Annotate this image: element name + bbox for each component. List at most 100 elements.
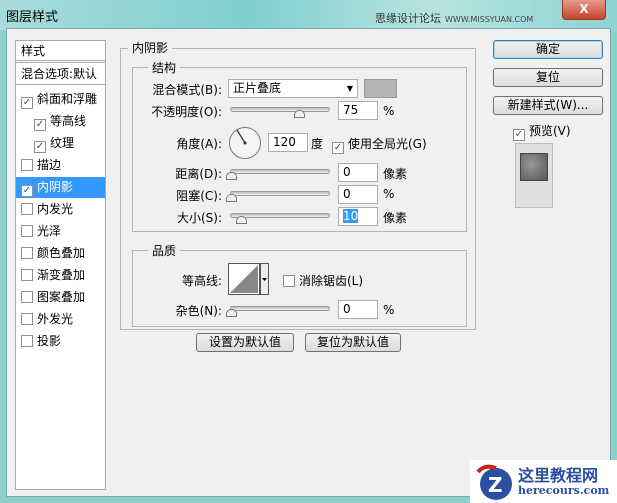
choke-slider[interactable] [230, 191, 330, 196]
opacity-slider[interactable] [230, 107, 330, 112]
sidebar-item-label: 颜色叠加 [37, 246, 86, 260]
choke-slider-thumb[interactable] [226, 194, 237, 202]
contour-picker[interactable] [228, 263, 269, 295]
set-default-button[interactable]: 设置为默认值 [196, 333, 294, 352]
checkbox-unchecked-icon[interactable] [21, 203, 33, 215]
watermark: 思缘设计论坛 WWW.MISSYUAN.COM [375, 10, 533, 26]
checkbox-unchecked-icon[interactable] [21, 269, 33, 281]
blend-mode-value: 正片叠底 [233, 81, 282, 95]
preview-checkbox[interactable]: ✓ 预览(V) [513, 122, 571, 141]
noise-slider[interactable] [230, 306, 330, 311]
preview-swatch [520, 153, 548, 181]
reset-button[interactable]: 复位 [493, 68, 603, 87]
blend-options-item[interactable]: 混合选项:默认 [16, 64, 105, 85]
section-title: 内阴影 [128, 39, 173, 56]
size-input[interactable]: 10 [338, 207, 378, 226]
sidebar-item[interactable]: ✓ 内阴影 [16, 177, 105, 198]
checkbox-checked-icon[interactable]: ✓ [21, 97, 33, 109]
sidebar-item-label: 斜面和浮雕 [37, 92, 98, 106]
sidebar-item-label: 等高线 [50, 114, 87, 128]
shadow-color-swatch[interactable] [364, 79, 397, 98]
checkbox-unchecked-icon[interactable] [21, 159, 33, 171]
close-button[interactable]: X [562, 0, 606, 20]
logo-name: 这里教程网 [518, 466, 599, 485]
checkbox-unchecked-icon[interactable] [21, 291, 33, 303]
antialias-checkbox[interactable]: 消除锯齿(L) [283, 272, 363, 289]
logo-icon: Z [476, 464, 512, 500]
preview-thumbnail [515, 143, 553, 208]
blend-mode-select[interactable]: 正片叠底 ▼ [228, 79, 358, 98]
sidebar-item-label: 渐变叠加 [37, 268, 86, 282]
checkbox-unchecked-icon [283, 275, 295, 287]
sidebar-item-label: 外发光 [37, 312, 74, 326]
list-header: 样式 [16, 41, 105, 63]
checkbox-unchecked-icon[interactable] [21, 335, 33, 347]
logo: Z 这里教程网 herecours.com [470, 460, 617, 503]
choke-unit: % [383, 187, 395, 201]
sidebar-item[interactable]: 渐变叠加 [16, 265, 105, 286]
noise-input[interactable]: 0 [338, 300, 378, 319]
global-light-checkbox[interactable]: ✓ 使用全局光(G) [332, 135, 427, 154]
distance-value: 0 [343, 165, 351, 179]
ok-button[interactable]: 确定 [493, 40, 603, 59]
angle-input[interactable]: 120 [268, 133, 308, 152]
contour-label: 等高线: [181, 274, 222, 288]
opacity-input[interactable]: 75 [338, 101, 378, 120]
checkbox-checked-icon[interactable]: ✓ [34, 119, 46, 131]
sidebar-item-label: 内阴影 [37, 180, 74, 194]
antialias-label: 消除锯齿(L) [299, 274, 364, 288]
sidebar-item[interactable]: 投影 [16, 331, 105, 352]
logo-url: herecours.com [518, 484, 610, 497]
sidebar-item-label: 图案叠加 [37, 290, 86, 304]
blend-mode-label: 混合模式(B): [152, 83, 222, 97]
sidebar-item[interactable]: ✓ 纹理 [16, 133, 105, 154]
structure-title: 结构 [148, 59, 181, 76]
noise-slider-thumb[interactable] [226, 309, 237, 317]
angle-dial[interactable] [228, 126, 262, 160]
distance-slider[interactable] [230, 169, 330, 174]
size-label: 大小(S): [176, 211, 222, 225]
angle-label: 角度(A): [176, 137, 222, 151]
size-value: 10 [343, 209, 359, 223]
noise-label: 杂色(N): [175, 304, 222, 318]
chevron-down-icon: ▼ [346, 84, 353, 93]
checkbox-unchecked-icon[interactable] [21, 247, 33, 259]
opacity-slider-thumb[interactable] [293, 110, 305, 118]
checkbox-unchecked-icon[interactable] [21, 225, 33, 237]
sidebar-item[interactable]: 图案叠加 [16, 287, 105, 308]
distance-slider-thumb[interactable] [226, 172, 237, 180]
watermark-text: 思缘设计论坛 [375, 12, 441, 25]
sidebar-item[interactable]: ✓ 等高线 [16, 111, 105, 132]
watermark-url: WWW.MISSYUAN.COM [445, 15, 534, 24]
reset-default-button[interactable]: 复位为默认值 [305, 333, 401, 352]
sidebar-item-label: 投影 [37, 334, 62, 348]
checkbox-checked-icon[interactable]: ✓ [34, 141, 46, 153]
sidebar-item-label: 描边 [37, 158, 62, 172]
checkbox-checked-icon: ✓ [332, 142, 344, 154]
distance-label: 距离(D): [175, 167, 222, 181]
sidebar-item[interactable]: 描边 [16, 155, 105, 176]
distance-unit: 像素 [383, 167, 408, 181]
new-style-button[interactable]: 新建样式(W)... [493, 96, 603, 115]
sidebar-item[interactable]: 内发光 [16, 199, 105, 220]
checkbox-unchecked-icon[interactable] [21, 313, 33, 325]
sidebar-item-label: 光泽 [37, 224, 62, 238]
opacity-label: 不透明度(O): [151, 105, 222, 119]
distance-input[interactable]: 0 [338, 163, 378, 182]
quality-title: 品质 [148, 242, 181, 259]
choke-input[interactable]: 0 [338, 185, 378, 204]
size-slider-thumb[interactable] [236, 216, 247, 224]
sidebar-item[interactable]: 光泽 [16, 221, 105, 242]
checkbox-checked-icon[interactable]: ✓ [21, 185, 33, 197]
sidebar-item-label: 纹理 [50, 136, 75, 150]
sidebar-item[interactable]: ✓ 斜面和浮雕 [16, 89, 105, 110]
sidebar-item[interactable]: 颜色叠加 [16, 243, 105, 264]
angle-unit: 度 [311, 137, 324, 151]
global-light-label: 使用全局光(G) [348, 137, 427, 151]
svg-text:Z: Z [488, 473, 503, 497]
opacity-unit: % [383, 104, 395, 118]
sidebar-item[interactable]: 外发光 [16, 309, 105, 330]
noise-unit: % [383, 303, 395, 317]
preview-label: 预览(V) [529, 124, 571, 138]
choke-value: 0 [343, 187, 351, 201]
